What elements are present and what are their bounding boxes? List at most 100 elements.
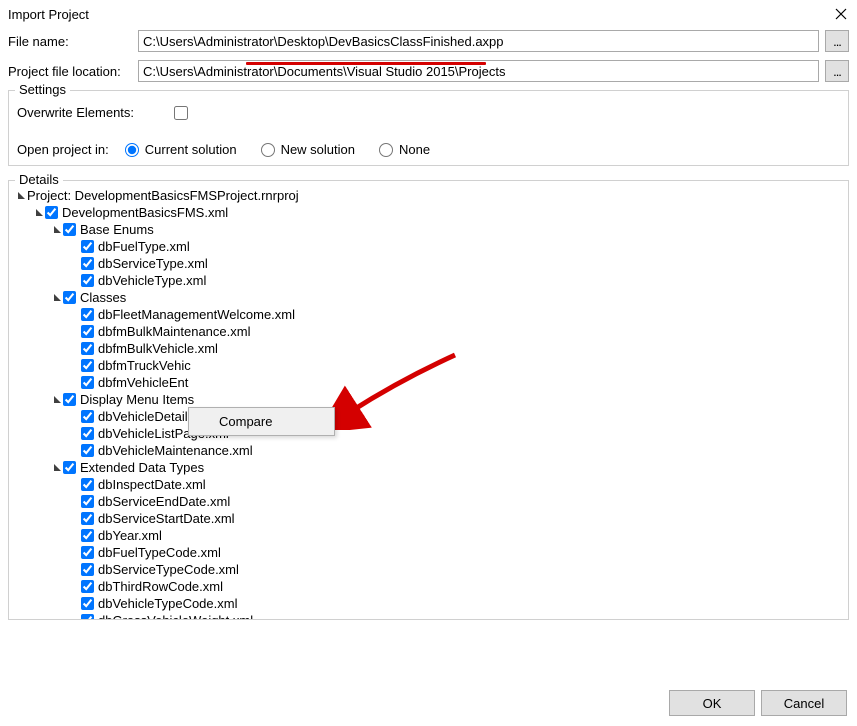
expander-icon[interactable] xyxy=(51,463,63,472)
open-in-label: Open project in: xyxy=(17,142,109,157)
tree-checkbox[interactable] xyxy=(45,206,58,219)
tree-node[interactable]: Classes xyxy=(11,289,846,306)
tree-checkbox[interactable] xyxy=(81,342,94,355)
tree-checkbox[interactable] xyxy=(81,597,94,610)
tree-checkbox[interactable] xyxy=(81,512,94,525)
tree-checkbox[interactable] xyxy=(81,478,94,491)
tree-node[interactable]: dbFuelType.xml xyxy=(11,238,846,255)
tree-node[interactable]: DevelopmentBasicsFMS.xml xyxy=(11,204,846,221)
radio-current-solution[interactable]: Current solution xyxy=(125,142,237,157)
expander-icon[interactable] xyxy=(51,293,63,302)
tree-checkbox[interactable] xyxy=(81,444,94,457)
tree-label[interactable]: dbVehicleMaintenance.xml xyxy=(98,443,253,458)
location-browse-button[interactable]: ... xyxy=(825,60,849,82)
tree-checkbox[interactable] xyxy=(81,240,94,253)
tree-label[interactable]: Extended Data Types xyxy=(80,460,204,475)
tree-node[interactable]: dbVehicleTypeCode.xml xyxy=(11,595,846,612)
settings-group: Settings Overwrite Elements: Open projec… xyxy=(8,90,849,166)
tree-checkbox[interactable] xyxy=(81,359,94,372)
radio-none-input[interactable] xyxy=(379,143,393,157)
radio-new-input[interactable] xyxy=(261,143,275,157)
tree-label[interactable]: Base Enums xyxy=(80,222,154,237)
tree-node[interactable]: dbServiceEndDate.xml xyxy=(11,493,846,510)
radio-none[interactable]: None xyxy=(379,142,430,157)
tree-label[interactable]: Classes xyxy=(80,290,126,305)
tree-label[interactable]: dbThirdRowCode.xml xyxy=(98,579,223,594)
tree-checkbox[interactable] xyxy=(81,495,94,508)
cancel-button[interactable]: Cancel xyxy=(761,690,847,716)
tree-checkbox[interactable] xyxy=(63,393,76,406)
tree-label[interactable]: dbFuelTypeCode.xml xyxy=(98,545,221,560)
context-menu: Compare xyxy=(188,407,335,436)
tree-checkbox[interactable] xyxy=(81,427,94,440)
tree-node[interactable]: dbServiceStartDate.xml xyxy=(11,510,846,527)
tree-node[interactable]: Base Enums xyxy=(11,221,846,238)
tree-label[interactable]: DevelopmentBasicsFMS.xml xyxy=(62,205,228,220)
radio-new-solution[interactable]: New solution xyxy=(261,142,355,157)
ok-button[interactable]: OK xyxy=(669,690,755,716)
tree-checkbox[interactable] xyxy=(81,274,94,287)
filename-input[interactable] xyxy=(138,30,819,52)
expander-icon[interactable] xyxy=(33,208,45,217)
ellipsis-icon: ... xyxy=(833,64,841,79)
tree-node[interactable]: dbServiceType.xml xyxy=(11,255,846,272)
tree-checkbox[interactable] xyxy=(81,410,94,423)
tree-checkbox[interactable] xyxy=(81,546,94,559)
tree-label[interactable]: dbServiceEndDate.xml xyxy=(98,494,230,509)
tree-label[interactable]: dbServiceTypeCode.xml xyxy=(98,562,239,577)
tree-node[interactable]: dbGrossVehicleWeight.xml xyxy=(11,612,846,619)
tree-checkbox[interactable] xyxy=(63,223,76,236)
tree-label[interactable]: dbfmBulkMaintenance.xml xyxy=(98,324,250,339)
close-button[interactable] xyxy=(833,6,849,22)
annotation-arrow xyxy=(330,350,460,430)
compare-menu-item[interactable]: Compare xyxy=(191,410,332,433)
tree-label[interactable]: dbfmTruckVehic xyxy=(98,358,191,373)
tree-checkbox[interactable] xyxy=(81,614,94,619)
tree-node[interactable]: dbInspectDate.xml xyxy=(11,476,846,493)
tree-label[interactable]: Project: DevelopmentBasicsFMSProject.rnr… xyxy=(27,188,299,203)
tree-label[interactable]: dbfmBulkVehicle.xml xyxy=(98,341,218,356)
tree-node[interactable]: dbfmBulkMaintenance.xml xyxy=(11,323,846,340)
tree-node[interactable]: dbFleetManagementWelcome.xml xyxy=(11,306,846,323)
filename-row: File name: ... xyxy=(8,30,849,52)
tree-label[interactable]: dbFleetManagementWelcome.xml xyxy=(98,307,295,322)
tree-node[interactable]: Project: DevelopmentBasicsFMSProject.rnr… xyxy=(11,187,846,204)
tree-label[interactable]: dbServiceType.xml xyxy=(98,256,208,271)
tree-label[interactable]: dbfmVehicleEnt xyxy=(98,375,188,390)
tree-checkbox[interactable] xyxy=(81,376,94,389)
overwrite-checkbox[interactable] xyxy=(174,106,188,120)
expander-icon[interactable] xyxy=(15,191,27,200)
tree-checkbox[interactable] xyxy=(63,461,76,474)
tree-checkbox[interactable] xyxy=(81,308,94,321)
close-icon xyxy=(835,8,847,20)
ellipsis-icon: ... xyxy=(833,34,841,49)
expander-icon[interactable] xyxy=(51,395,63,404)
tree-node[interactable]: Extended Data Types xyxy=(11,459,846,476)
tree-node[interactable]: dbVehicleMaintenance.xml xyxy=(11,442,846,459)
tree-checkbox[interactable] xyxy=(81,563,94,576)
tree-checkbox[interactable] xyxy=(81,529,94,542)
tree-label[interactable]: dbInspectDate.xml xyxy=(98,477,206,492)
tree-label[interactable]: dbVehicleTypeCode.xml xyxy=(98,596,237,611)
tree-label[interactable]: dbVehicleType.xml xyxy=(98,273,206,288)
tree-checkbox[interactable] xyxy=(81,257,94,270)
tree-label[interactable]: dbGrossVehicleWeight.xml xyxy=(98,613,253,619)
tree-label[interactable]: dbYear.xml xyxy=(98,528,162,543)
location-label: Project file location: xyxy=(8,64,138,79)
tree-node[interactable]: dbVehicleType.xml xyxy=(11,272,846,289)
tree-label[interactable]: dbFuelType.xml xyxy=(98,239,190,254)
tree-checkbox[interactable] xyxy=(63,291,76,304)
tree-label[interactable]: dbServiceStartDate.xml xyxy=(98,511,235,526)
tree-node[interactable]: dbServiceTypeCode.xml xyxy=(11,561,846,578)
filename-browse-button[interactable]: ... xyxy=(825,30,849,52)
tree-checkbox[interactable] xyxy=(81,325,94,338)
tree-label[interactable]: Display Menu Items xyxy=(80,392,194,407)
radio-current-input[interactable] xyxy=(125,143,139,157)
tree-node[interactable]: dbYear.xml xyxy=(11,527,846,544)
dialog-buttons: OK Cancel xyxy=(669,690,847,716)
titlebar: Import Project xyxy=(0,0,857,26)
tree-node[interactable]: dbThirdRowCode.xml xyxy=(11,578,846,595)
tree-node[interactable]: dbFuelTypeCode.xml xyxy=(11,544,846,561)
expander-icon[interactable] xyxy=(51,225,63,234)
tree-checkbox[interactable] xyxy=(81,580,94,593)
